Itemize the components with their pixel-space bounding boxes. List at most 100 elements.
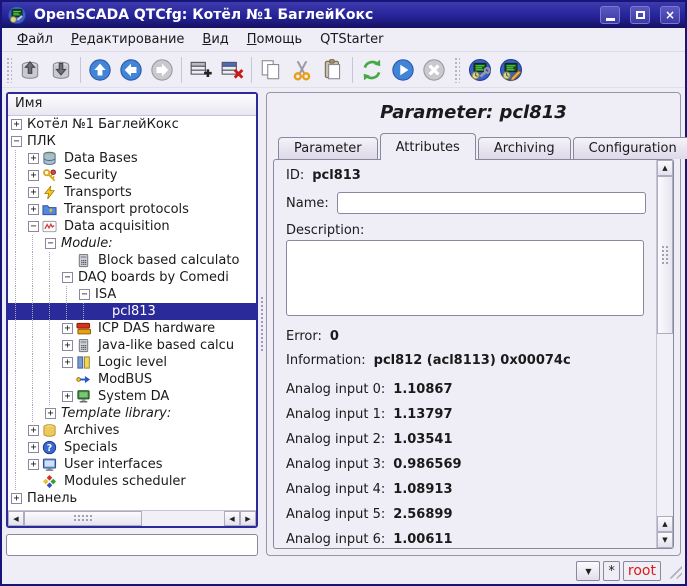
tree-item-module[interactable]: −Module: (8, 235, 256, 252)
expander-plus-icon[interactable]: + (62, 340, 73, 351)
tree-item-data-bases[interactable]: +Data Bases (8, 150, 256, 167)
tree-filter-input[interactable] (6, 534, 258, 556)
panel-splitter[interactable] (258, 92, 266, 556)
scroll-right-icon[interactable]: ▶ (240, 511, 256, 526)
tree-item-pcl813[interactable]: pcl813 (8, 303, 256, 320)
tree-column-header[interactable]: Имя (8, 94, 256, 116)
expander-plus-icon[interactable]: + (45, 408, 56, 419)
tree-horizontal-scrollbar[interactable]: ◀ ◀ ▶ (8, 510, 256, 526)
expander-minus-icon[interactable]: − (79, 289, 90, 300)
delete-item-button[interactable] (217, 55, 247, 85)
load-button[interactable] (15, 55, 45, 85)
tree-item-transports[interactable]: +Transports (8, 184, 256, 201)
scrollbar-thumb[interactable] (657, 176, 673, 334)
menu-редактирование[interactable]: Редактирование (62, 30, 193, 49)
stop-button[interactable] (419, 55, 449, 85)
qtstarter-config-button[interactable] (465, 55, 495, 85)
expander-plus-icon[interactable]: + (62, 391, 73, 402)
content-vertical-scrollbar[interactable]: ▲ ▲ ▼ (656, 160, 673, 548)
next-button[interactable] (147, 55, 177, 85)
toolbar-separator (454, 57, 460, 83)
expander-plus-icon[interactable]: + (28, 204, 39, 215)
maximize-button[interactable] (630, 6, 650, 24)
expander-plus-icon[interactable]: + (11, 119, 22, 130)
tree-guide-line (42, 388, 59, 405)
toolbar-handle[interactable] (6, 57, 12, 83)
expander-plus-icon[interactable]: + (28, 425, 39, 436)
expander-plus-icon[interactable]: + (28, 459, 39, 470)
tree-panel: Имя +Котёл №1 БаглейКокс−ПЛК+Data Bases+… (6, 92, 258, 528)
tree-guide-line (8, 218, 25, 235)
resize-grip[interactable] (667, 564, 682, 579)
scroll-left-icon[interactable]: ◀ (224, 511, 240, 526)
cut-button[interactable] (287, 55, 317, 85)
tree-item-user-interfaces[interactable]: +User interfaces (8, 456, 256, 473)
tree-item-archives[interactable]: + Archives (8, 422, 256, 439)
modified-indicator: * (603, 561, 620, 581)
tree-item-data-acquisition[interactable]: −Data acquisition (8, 218, 256, 235)
add-item-button[interactable] (186, 55, 216, 85)
tree-item-isa[interactable]: −ISA (8, 286, 256, 303)
expander-plus-icon[interactable]: + (11, 493, 22, 504)
expander-minus-icon[interactable]: − (11, 136, 22, 147)
menu-помощь[interactable]: Помощь (238, 30, 311, 49)
tree-item-specials[interactable]: +?Specials (8, 439, 256, 456)
refresh-button[interactable] (357, 55, 387, 85)
menu-файл[interactable]: Файл (8, 30, 62, 49)
expander-minus-icon[interactable]: − (62, 272, 73, 283)
expander-plus-icon[interactable]: + (62, 323, 73, 334)
tree-item-logic-level[interactable]: +Logic level (8, 354, 256, 371)
tree-item-label: System DA (96, 389, 171, 404)
expander-plus-icon[interactable]: + (28, 442, 39, 453)
expander-plus-icon[interactable]: + (28, 153, 39, 164)
minimize-button[interactable] (600, 6, 620, 24)
tree-item-block-based-calculato[interactable]: Block based calculato (8, 252, 256, 269)
start-button[interactable] (388, 55, 418, 85)
analog-input-label: Analog input 3: (286, 457, 385, 472)
tree-item-java-like-based-calcu[interactable]: +Java-like based calcu (8, 337, 256, 354)
previous-button[interactable] (116, 55, 146, 85)
status-dropdown-button[interactable]: ▼ (576, 561, 600, 581)
tree-item-плк[interactable]: −ПЛК (8, 133, 256, 150)
qtstarter-edit-button[interactable] (496, 55, 526, 85)
scrollbar-thumb[interactable] (24, 511, 142, 526)
up-button[interactable] (85, 55, 115, 85)
close-button[interactable]: × (660, 6, 680, 24)
menu-qtstarter[interactable]: QTStarter (311, 30, 392, 49)
current-user-badge[interactable]: root (623, 561, 661, 581)
expander-minus-icon[interactable]: − (45, 238, 56, 249)
tree-item-label: Archives (62, 423, 121, 438)
tree-item-security[interactable]: +Security (8, 167, 256, 184)
tree-item-system-da[interactable]: + System DA (8, 388, 256, 405)
tab-configuration[interactable]: Configuration (573, 137, 687, 159)
tree-item-modules-scheduler[interactable]: Modules scheduler (8, 473, 256, 490)
paste-button[interactable] (318, 55, 348, 85)
expander-plus-icon[interactable]: + (28, 170, 39, 181)
menu-вид[interactable]: Вид (193, 30, 237, 49)
tree-item-панель[interactable]: +Панель (8, 490, 256, 507)
tree-item-icp-das-hardware[interactable]: +ICP DAS hardware (8, 320, 256, 337)
save-button[interactable] (46, 55, 76, 85)
tree-item-template-library[interactable]: +Template library: (8, 405, 256, 422)
scroll-left-icon[interactable]: ◀ (8, 511, 24, 526)
tree-item-котёл-1-баглейкокс[interactable]: +Котёл №1 БаглейКокс (8, 116, 256, 133)
scroll-up-icon[interactable]: ▲ (657, 160, 673, 176)
scrollbar-track[interactable] (142, 511, 224, 526)
tab-attributes[interactable]: Attributes (380, 133, 476, 160)
scrollbar-track[interactable] (657, 334, 673, 516)
expander-minus-icon[interactable]: − (28, 221, 39, 232)
expander-plus-icon[interactable]: + (28, 187, 39, 198)
tab-archiving[interactable]: Archiving (478, 137, 571, 159)
scroll-down-icon[interactable]: ▼ (657, 532, 673, 548)
expander-plus-icon[interactable]: + (62, 357, 73, 368)
tree-item-daq-boards-by-comedi[interactable]: −DAQ boards by Comedi (8, 269, 256, 286)
scroll-up-icon[interactable]: ▲ (657, 516, 673, 532)
analog-input-label: Analog input 0: (286, 382, 385, 397)
description-textarea[interactable] (286, 240, 644, 316)
tree-item-modbus[interactable]: ModBUS (8, 371, 256, 388)
tab-parameter[interactable]: Parameter (278, 137, 378, 159)
tree-guide-line (25, 269, 42, 286)
copy-button[interactable] (256, 55, 286, 85)
tree-item-transport-protocols[interactable]: +Transport protocols (8, 201, 256, 218)
name-input[interactable] (337, 192, 646, 214)
